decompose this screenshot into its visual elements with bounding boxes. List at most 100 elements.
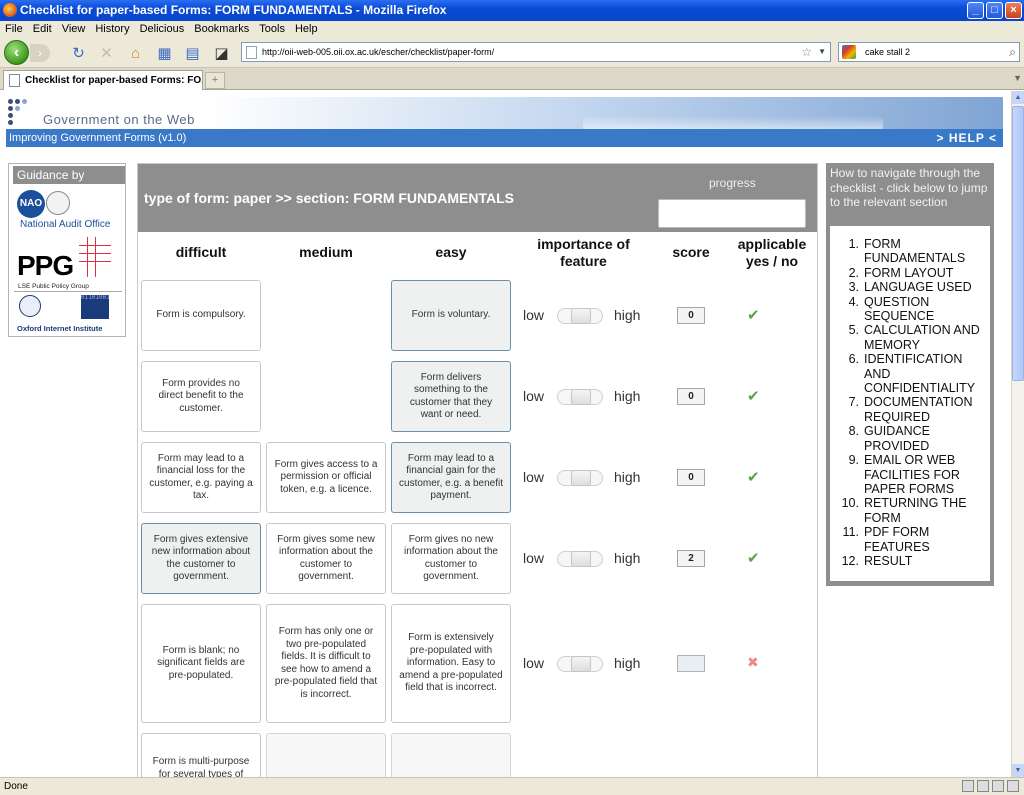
slider-knob[interactable] — [571, 388, 591, 405]
ppg-name[interactable]: LSE Public Policy Group — [18, 283, 89, 290]
nao-name[interactable]: National Audit Office — [20, 219, 110, 230]
menu-help[interactable]: Help — [295, 21, 318, 37]
forward-button[interactable]: › — [30, 44, 50, 62]
navigator-item[interactable]: 7. DOCUMENTATION REQUIRED — [838, 395, 990, 424]
url-bar[interactable]: http://oii-web-005.oii.ox.ac.uk/escher/c… — [241, 42, 831, 62]
navigator-item-label[interactable]: FORM LAYOUT — [864, 266, 990, 280]
navigator-item-number: 1. — [848, 237, 859, 251]
scroll-up-icon[interactable]: ▲ — [1012, 91, 1024, 104]
navigator-item-label[interactable]: DOCUMENTATION REQUIRED — [864, 395, 990, 424]
option-card-easy[interactable]: Form is voluntary. — [391, 280, 511, 351]
option-card-difficult[interactable]: Form gives extensive new information abo… — [141, 523, 261, 594]
minimize-button[interactable]: _ — [967, 2, 984, 19]
menu-tools[interactable]: Tools — [259, 21, 285, 37]
tab-list-icon[interactable]: ▼ — [1013, 73, 1022, 83]
applicable-check-icon[interactable]: ✔ — [747, 549, 760, 567]
option-card-easy[interactable]: Form may lead to a financial gain for th… — [391, 442, 511, 513]
slider-knob[interactable] — [571, 469, 591, 486]
option-card-easy[interactable]: Form gives no new information about the … — [391, 523, 511, 594]
oii-name[interactable]: Oxford Internet Institute — [17, 324, 102, 333]
not-applicable-cross-icon[interactable]: ✖ — [747, 654, 759, 671]
option-card-easy[interactable] — [391, 733, 511, 777]
option-card-medium[interactable]: Form has only one or two pre-populated f… — [266, 604, 386, 723]
option-card-difficult[interactable]: Form provides no direct benefit to the c… — [141, 361, 261, 432]
search-engine-icon[interactable] — [842, 45, 856, 59]
help-link[interactable]: > HELP < — [937, 129, 997, 147]
navigator-item[interactable]: 5. CALCULATION AND MEMORY — [838, 323, 990, 352]
option-card-difficult[interactable]: Form is multi-purpose for several types … — [141, 733, 261, 777]
navigator-item[interactable]: 10. RETURNING THE FORM — [838, 496, 990, 525]
status-icon[interactable] — [977, 780, 989, 792]
navigator-item-label[interactable]: QUESTION SEQUENCE — [864, 295, 990, 324]
menu-file[interactable]: File — [5, 21, 23, 37]
resize-grip-icon[interactable] — [1007, 780, 1019, 792]
search-input[interactable]: cake stall 2 ⌕ — [838, 42, 1020, 62]
importance-slider[interactable] — [557, 655, 603, 672]
option-card-difficult[interactable]: Form may lead to a financial loss for th… — [141, 442, 261, 513]
option-card-easy[interactable]: Form delivers something to the customer … — [391, 361, 511, 432]
new-tab-button[interactable]: + — [205, 72, 225, 89]
navigator-item-label[interactable]: CALCULATION AND MEMORY — [864, 323, 990, 352]
nao-logo[interactable]: NAO — [17, 190, 45, 218]
option-card-medium[interactable]: Form gives access to a permission or off… — [266, 442, 386, 513]
bookmark-sidebar-icon[interactable]: ▦ — [156, 45, 173, 62]
navigator-item-label[interactable]: IDENTIFICATION AND CONFIDENTIALITY — [864, 352, 990, 395]
vertical-scrollbar[interactable]: ▲ ▼ — [1011, 91, 1024, 777]
navigator-item[interactable]: 3. LANGUAGE USED — [838, 280, 990, 294]
navigator-item-label[interactable]: GUIDANCE PROVIDED — [864, 424, 990, 453]
option-card-easy[interactable]: Form is extensively pre-populated with i… — [391, 604, 511, 723]
slider-knob[interactable] — [571, 655, 591, 672]
slider-knob[interactable] — [571, 307, 591, 324]
scrollbar-thumb[interactable] — [1012, 106, 1024, 381]
home-icon[interactable]: ⌂ — [127, 45, 144, 62]
navigator-item[interactable]: 2. FORM LAYOUT — [838, 266, 990, 280]
tab-checklist[interactable]: Checklist for paper-based Forms: FO... — [3, 70, 203, 90]
navigator-item-label[interactable]: PDF FORM FEATURES — [864, 525, 990, 554]
navigator-item-label[interactable]: RESULT — [864, 554, 990, 568]
importance-slider[interactable] — [557, 388, 603, 405]
back-button[interactable]: ‹ — [4, 40, 29, 65]
option-card-difficult[interactable]: Form is blank; no significant fields are… — [141, 604, 261, 723]
option-card-difficult[interactable]: Form is compulsory. — [141, 280, 261, 351]
menu-delicious[interactable]: Delicious — [140, 21, 185, 37]
navigator-item[interactable]: 9. EMAIL OR WEB FACILITIES FOR PAPER FORM… — [838, 453, 990, 496]
scroll-down-icon[interactable]: ▼ — [1012, 764, 1024, 777]
applicable-check-icon[interactable]: ✔ — [747, 387, 760, 405]
status-icon[interactable] — [962, 780, 974, 792]
navigator-item[interactable]: 4. QUESTION SEQUENCE — [838, 295, 990, 324]
navigator-item[interactable]: 11. PDF FORM FEATURES — [838, 525, 990, 554]
menu-bookmarks[interactable]: Bookmarks — [194, 21, 249, 37]
applicable-check-icon[interactable]: ✔ — [747, 306, 760, 324]
reload-icon[interactable]: ↻ — [70, 45, 87, 62]
option-card-medium[interactable] — [266, 733, 386, 777]
slider-knob[interactable] — [571, 550, 591, 567]
mail-icon[interactable] — [992, 780, 1004, 792]
delicious-icon[interactable]: ◪ — [213, 45, 230, 62]
column-easy: easy — [435, 244, 467, 260]
importance-slider[interactable] — [557, 307, 603, 324]
maximize-button[interactable]: □ — [986, 2, 1003, 19]
navigator-item[interactable]: 8. GUIDANCE PROVIDED — [838, 424, 990, 453]
importance-slider[interactable] — [557, 469, 603, 486]
navigator-item-label[interactable]: FORM FUNDAMENTALS — [864, 237, 990, 266]
importance-slider[interactable] — [557, 550, 603, 567]
navigator-item-label[interactable]: EMAIL OR WEB FACILITIES FOR PAPER FORMS — [864, 453, 990, 496]
navigator-item[interactable]: 6. IDENTIFICATION AND CONFIDENTIALITY — [838, 352, 990, 395]
menu-view[interactable]: View — [62, 21, 86, 37]
applicable-check-icon[interactable]: ✔ — [747, 468, 760, 486]
navigator-item[interactable]: 1. FORM FUNDAMENTALS — [838, 237, 990, 266]
ppg-logo[interactable]: PPG — [17, 250, 74, 282]
tag-icon[interactable]: ▤ — [184, 45, 201, 62]
navigator-item[interactable]: 12. RESULT — [838, 554, 990, 568]
site-subtitle-bar: Improving Government Forms (v1.0) > HELP… — [6, 129, 1003, 147]
url-dropdown-icon[interactable]: ▼ — [818, 43, 826, 61]
stop-icon[interactable]: ✕ — [98, 45, 115, 62]
option-card-medium[interactable]: Form gives some new information about th… — [266, 523, 386, 594]
navigator-item-label[interactable]: LANGUAGE USED — [864, 280, 990, 294]
close-button[interactable]: × — [1005, 2, 1022, 19]
menu-history[interactable]: History — [95, 21, 129, 37]
bookmark-star-icon[interactable]: ☆ — [801, 43, 812, 61]
menu-edit[interactable]: Edit — [33, 21, 52, 37]
search-icon[interactable]: ⌕ — [1009, 43, 1016, 61]
navigator-item-label[interactable]: RETURNING THE FORM — [864, 496, 990, 525]
